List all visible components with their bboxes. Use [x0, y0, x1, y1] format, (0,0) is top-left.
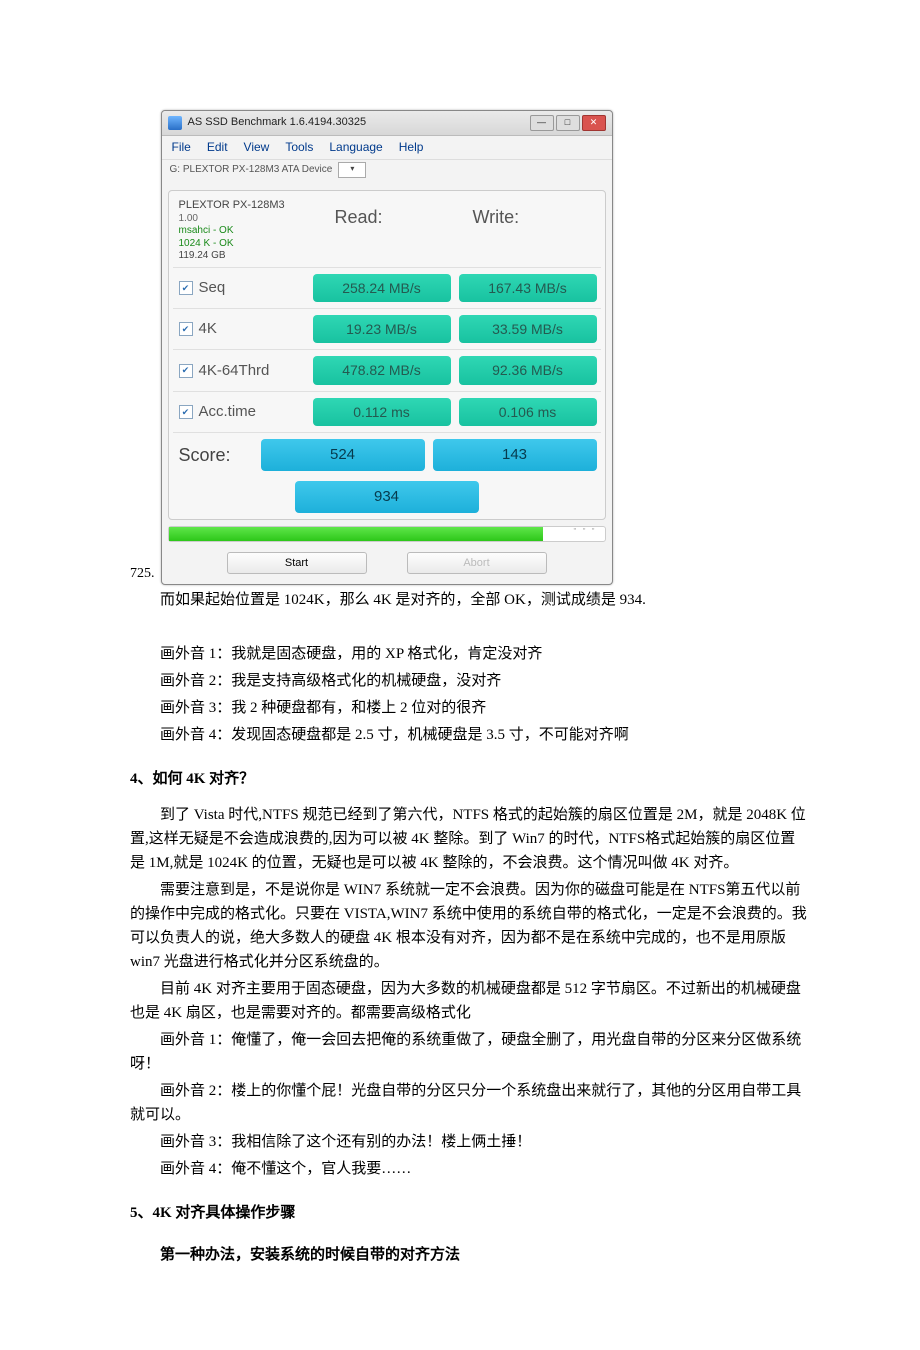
paragraph: 画外音 2：我是支持高级格式化的机械硬盘，没对齐 — [130, 669, 810, 693]
chevron-down-icon: ▾ — [350, 163, 354, 176]
row-4k64: ✔ 4K-64Thrd 478.82 MB/s 92.36 MB/s — [173, 349, 601, 390]
app-icon — [168, 116, 182, 130]
article-body: 而如果起始位置是 1024K，那么 4K 是对齐的，全部 OK，测试成绩是 93… — [130, 588, 810, 1267]
paragraph: 画外音 3：我 2 种硬盘都有，和楼上 2 位对的很齐 — [130, 696, 810, 720]
score-write: 143 — [433, 439, 597, 471]
drive-dropdown[interactable]: ▾ — [338, 162, 366, 178]
4k-write: 33.59 MB/s — [459, 315, 597, 343]
paragraph: 画外音 1：我就是固态硬盘，用的 XP 格式化，肯定没对齐 — [130, 642, 810, 666]
menu-file[interactable]: File — [172, 138, 191, 157]
acc-write: 0.106 ms — [459, 398, 597, 426]
score-total: 934 — [295, 481, 479, 513]
checkbox-seq[interactable]: ✔ — [179, 281, 193, 295]
checkbox-4k64[interactable]: ✔ — [179, 364, 193, 378]
row-seq: ✔ Seq 258.24 MB/s 167.43 MB/s — [173, 267, 601, 308]
start-button[interactable]: Start — [227, 552, 367, 574]
row-acctime: ✔ Acc.time 0.112 ms 0.106 ms — [173, 391, 601, 432]
checkbox-acctime[interactable]: ✔ — [179, 405, 193, 419]
row-score: Score: 524 143 — [173, 432, 601, 477]
column-write: Write: — [463, 195, 601, 240]
menu-language[interactable]: Language — [329, 138, 382, 157]
menu-view[interactable]: View — [244, 138, 270, 157]
row-label: 4K-64Thrd — [199, 359, 270, 383]
paragraph: 目前 4K 对齐主要用于固态硬盘，因为大多数的机械硬盘都是 512 字节扇区。不… — [130, 977, 810, 1025]
row-label: Seq — [199, 276, 226, 300]
row-4k: ✔ 4K 19.23 MB/s 33.59 MB/s — [173, 308, 601, 349]
paragraph: 画外音 3：我相信除了这个还有别的办法！楼上俩土捶！ — [130, 1130, 810, 1154]
score-label: Score: — [179, 441, 231, 470]
acc-read: 0.112 ms — [313, 398, 451, 426]
checkbox-4k[interactable]: ✔ — [179, 322, 193, 336]
minimize-button[interactable]: — — [530, 115, 554, 131]
paragraph: 画外音 2：楼上的你懂个屁！光盘自带的分区只分一个系统盘出来就行了，其他的分区用… — [130, 1079, 810, 1127]
progress-bar: " " " — [168, 526, 606, 542]
4k64-write: 92.36 MB/s — [459, 356, 597, 384]
maximize-button[interactable]: □ — [556, 115, 580, 131]
menu-edit[interactable]: Edit — [207, 138, 228, 157]
capacity: 119.24 GB — [179, 250, 319, 263]
figure-number: 725. — [130, 563, 155, 585]
progress-fill — [169, 527, 544, 541]
paragraph: 到了 Vista 时代,NTFS 规范已经到了第六代，NTFS 格式的起始簇的扇… — [130, 803, 810, 875]
seq-read: 258.24 MB/s — [313, 274, 451, 302]
subheading: 第一种办法，安装系统的时候自带的对齐方法 — [130, 1243, 810, 1267]
driver-status: msahci - OK — [179, 225, 319, 238]
paragraph: 需要注意到是，不是说你是 WIN7 系统就一定不会浪费。因为你的磁盘可能是在 N… — [130, 878, 810, 974]
column-read: Read: — [325, 195, 463, 240]
paragraph: 画外音 1：俺懂了，俺一会回去把俺的系统重做了，硬盘全删了，用光盘自带的分区来分… — [130, 1028, 810, 1076]
close-button[interactable]: ✕ — [582, 115, 606, 131]
menu-tools[interactable]: Tools — [285, 138, 313, 157]
row-label: 4K — [199, 317, 217, 341]
score-read: 524 — [261, 439, 425, 471]
title-bar: AS SSD Benchmark 1.6.4194.30325 — □ ✕ — [162, 111, 612, 136]
paragraph: 而如果起始位置是 1024K，那么 4K 是对齐的，全部 OK，测试成绩是 93… — [130, 588, 810, 612]
menu-bar: File Edit View Tools Language Help — [162, 136, 612, 160]
menu-help[interactable]: Help — [399, 138, 424, 157]
seq-write: 167.43 MB/s — [459, 274, 597, 302]
abort-button[interactable]: Abort — [407, 552, 547, 574]
benchmark-window: AS SSD Benchmark 1.6.4194.30325 — □ ✕ Fi… — [161, 110, 613, 585]
window-title: AS SSD Benchmark 1.6.4194.30325 — [188, 114, 530, 132]
drive-selector-label: G: PLEXTOR PX-128M3 ATA Device — [170, 162, 333, 178]
paragraph: 画外音 4：发现固态硬盘都是 2.5 寸，机械硬盘是 3.5 寸，不可能对齐啊 — [130, 723, 810, 747]
row-label: Acc.time — [199, 400, 257, 424]
paragraph: 画外音 4：俺不懂这个，官人我要…… — [130, 1157, 810, 1181]
heading-4: 4、如何 4K 对齐？ — [130, 767, 810, 791]
results-panel: PLEXTOR PX-128M3 1.00 msahci - OK 1024 K… — [168, 190, 606, 520]
progress-mark: " " " — [574, 526, 597, 539]
alignment-status: 1024 K - OK — [179, 238, 319, 251]
4k64-read: 478.82 MB/s — [313, 356, 451, 384]
4k-read: 19.23 MB/s — [313, 315, 451, 343]
firmware-version: 1.00 — [179, 213, 319, 226]
row-total: 934 — [173, 477, 601, 515]
device-info: PLEXTOR PX-128M3 1.00 msahci - OK 1024 K… — [173, 195, 325, 267]
heading-5: 5、4K 对齐具体操作步骤 — [130, 1201, 810, 1225]
device-name: PLEXTOR PX-128M3 — [179, 199, 319, 213]
